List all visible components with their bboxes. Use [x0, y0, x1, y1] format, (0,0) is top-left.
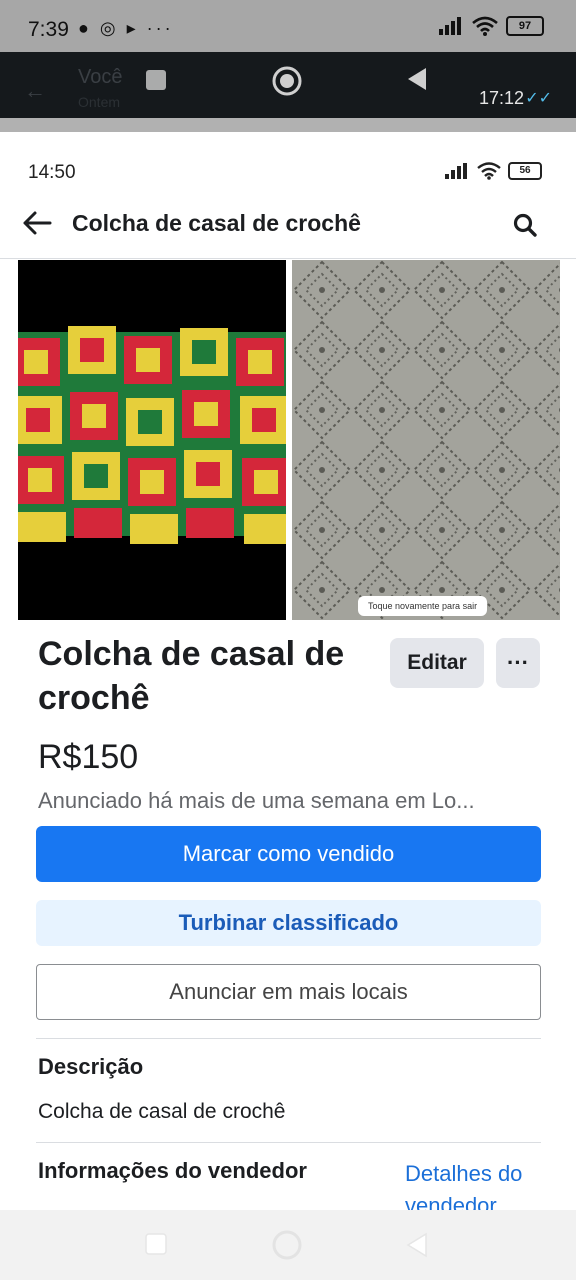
wifi-icon: [472, 16, 498, 36]
home-circle-icon[interactable]: [270, 1228, 304, 1262]
ghost-back-arrow-icon: ←: [24, 78, 46, 103]
crochet-blanket-lace-image: [292, 260, 560, 620]
home-circle-icon[interactable]: [270, 64, 304, 98]
description-text: Colcha de casal de crochê: [38, 1100, 286, 1123]
listing-price: R$150: [38, 738, 139, 776]
battery-level: 56: [519, 165, 531, 176]
back-triangle-icon[interactable]: [404, 64, 430, 94]
background-chat-strip: ← Você Ontem 17:12 ✓✓: [0, 52, 576, 118]
section-divider: [36, 1142, 541, 1143]
exit-toast: Toque novamente para sair: [358, 596, 488, 616]
listing-title: Colcha de casal de crochê: [38, 635, 345, 717]
seller-info-heading: Informações do vendedor: [38, 1158, 307, 1183]
listing-photo-2[interactable]: Toque novamente para sair: [292, 260, 560, 620]
listing-posted-info: Anunciado há mais de uma semana em Lo...: [38, 788, 475, 813]
more-options-button[interactable]: ···: [496, 638, 540, 688]
seller-details-link[interactable]: Detalhes do vendedor: [405, 1158, 545, 1210]
back-arrow-icon[interactable]: [20, 206, 54, 240]
crochet-blanket-colorful-image: [18, 260, 286, 620]
section-divider: [36, 1038, 541, 1039]
page-title: Colcha de casal de crochê: [72, 210, 361, 236]
screenshot-border: [0, 118, 576, 132]
system-navigation-bar: [0, 1210, 576, 1280]
listing-photo-1[interactable]: [18, 260, 286, 620]
description-heading: Descrição: [38, 1054, 144, 1079]
read-ticks-icon: ✓✓: [525, 90, 552, 107]
mark-as-sold-button[interactable]: Marcar como vendido: [36, 826, 541, 882]
wifi-icon: [477, 162, 501, 180]
outer-status-icons: 97: [438, 16, 544, 36]
notification-icons: ● ◎ ▸ ···: [78, 18, 174, 38]
outer-status-time: 7:39: [28, 18, 69, 41]
recents-square-icon[interactable]: [144, 1232, 170, 1258]
app-bar-divider: [0, 258, 576, 259]
inner-status-time: 14:50: [28, 162, 76, 183]
marketplace-listing-screen: 14:50 56 Colcha de casal de crochê Toque…: [0, 132, 576, 1210]
battery-icon: 97: [506, 16, 544, 36]
signal-icon: [439, 17, 461, 35]
list-in-more-places-button[interactable]: Anunciar em mais locais: [36, 964, 541, 1020]
outer-status-bar: 7:39 ● ◎ ▸ ··· 97: [0, 0, 576, 52]
search-icon[interactable]: [512, 212, 538, 238]
edit-button[interactable]: Editar: [390, 638, 484, 688]
recents-square-icon[interactable]: [144, 64, 170, 94]
battery-level: 97: [518, 20, 532, 32]
back-triangle-icon[interactable]: [404, 1230, 430, 1260]
signal-icon: [445, 163, 467, 179]
inner-status-icons: 56: [444, 162, 542, 180]
battery-icon: 56: [508, 162, 542, 180]
ghost-chat-name: Você: [78, 66, 123, 88]
ghost-chat-subtitle: Ontem: [78, 94, 121, 110]
boost-listing-button[interactable]: Turbinar classificado: [36, 900, 541, 946]
message-timestamp: 17:12: [478, 88, 524, 108]
